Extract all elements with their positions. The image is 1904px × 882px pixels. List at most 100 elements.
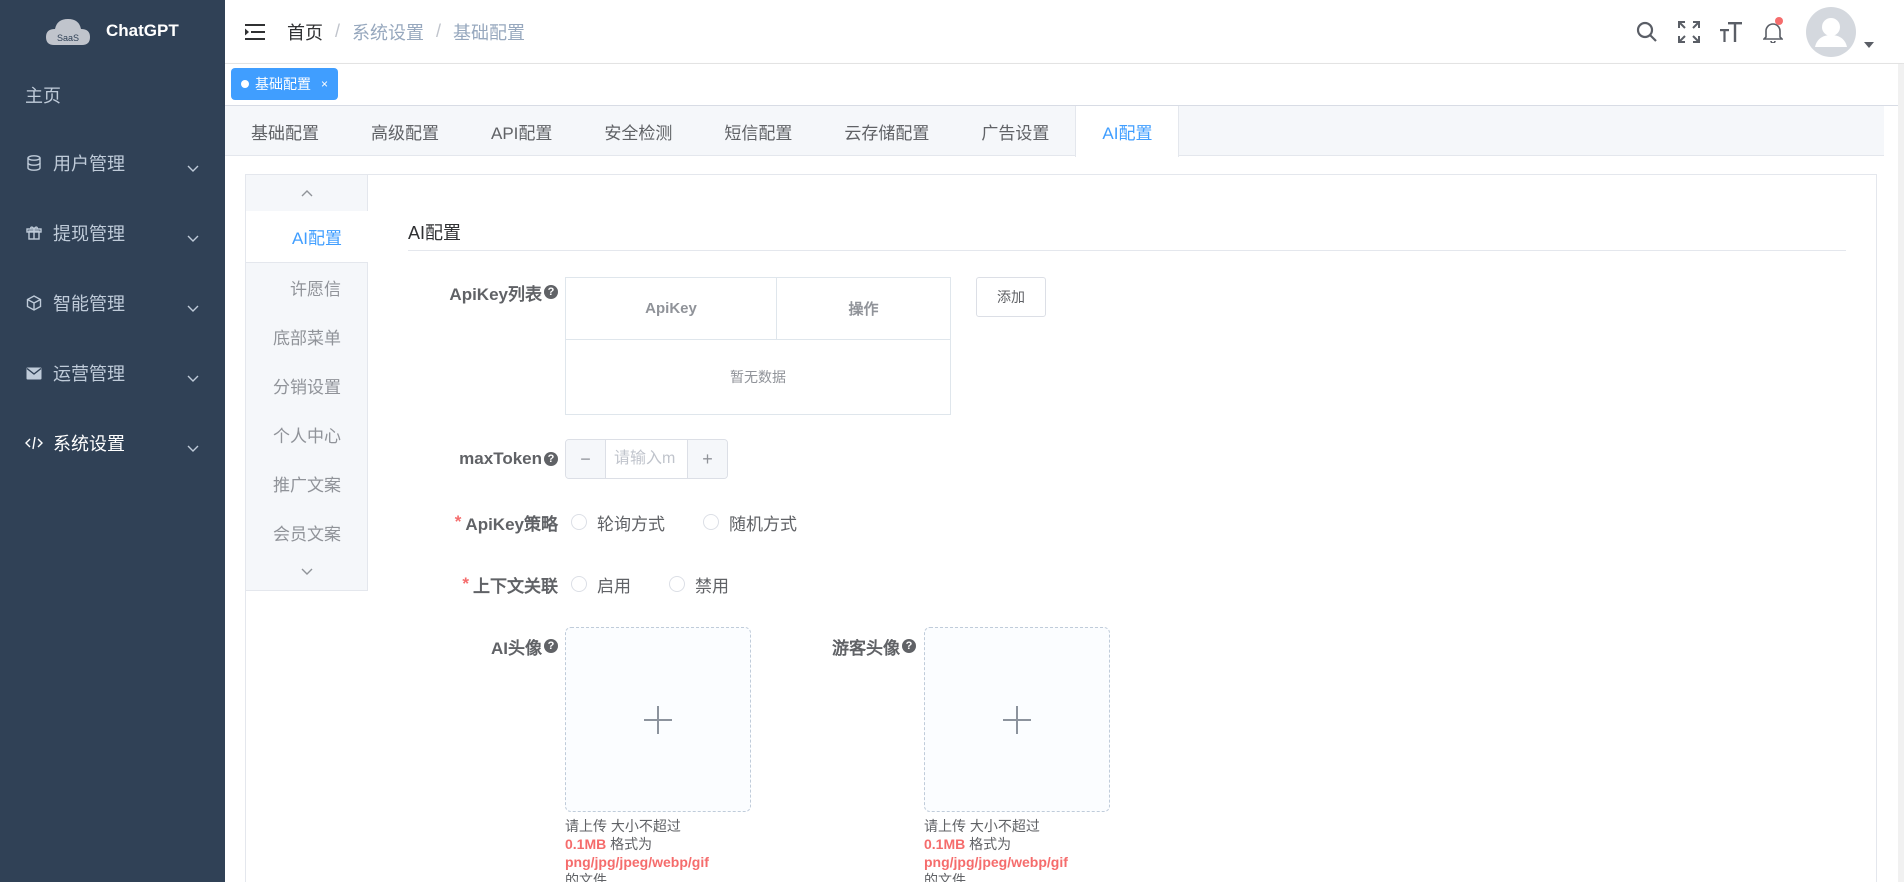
notification-dot bbox=[1775, 17, 1783, 25]
label-text: AI头像 bbox=[491, 638, 542, 658]
tip-text: 请上传 大小不超过 bbox=[565, 818, 681, 834]
guest-avatar-upload-tip: 请上传 大小不超过 0.1MB 格式为 png/jpg/jpeg/webp/gi… bbox=[924, 817, 1110, 882]
cloud-logo-icon: SaaS bbox=[44, 13, 92, 49]
chevron-down-icon bbox=[187, 437, 199, 458]
question-icon[interactable]: ? bbox=[544, 452, 558, 466]
side-tab-member-copy[interactable]: 会员文案 bbox=[246, 508, 367, 557]
label-text: ApiKey策略 bbox=[465, 514, 558, 534]
side-tab-wish-letter[interactable]: 许愿信 bbox=[246, 263, 367, 312]
radio-enable[interactable]: 启用 bbox=[571, 572, 631, 597]
tip-formats: png/jpg/jpeg/webp/gif bbox=[565, 854, 709, 870]
add-apikey-button[interactable]: 添加 bbox=[976, 277, 1046, 317]
tab-ad-settings[interactable]: 广告设置 bbox=[955, 106, 1075, 156]
breadcrumb-system-settings[interactable]: 系统设置 bbox=[352, 19, 424, 45]
tab-api-config[interactable]: API配置 bbox=[465, 106, 578, 156]
side-tab-personal-center[interactable]: 个人中心 bbox=[246, 410, 367, 459]
page-scrollbar[interactable] bbox=[1898, 64, 1904, 882]
hamburger-menu-icon[interactable] bbox=[225, 0, 287, 64]
radio-random[interactable]: 随机方式 bbox=[703, 510, 797, 535]
chevron-down-icon bbox=[187, 367, 199, 388]
breadcrumb-separator: / bbox=[436, 21, 442, 41]
tag-label: 基础配置 bbox=[255, 76, 311, 92]
question-icon[interactable]: ? bbox=[544, 639, 558, 653]
tip-formats: png/jpg/jpeg/webp/gif bbox=[924, 854, 1068, 870]
tip-size: 0.1MB bbox=[924, 836, 966, 852]
box-icon bbox=[25, 294, 43, 312]
chevron-down-icon bbox=[187, 227, 199, 248]
column-header-apikey: ApiKey bbox=[566, 278, 777, 339]
radio-circle[interactable] bbox=[703, 514, 719, 530]
ai-avatar-label: AI头像 ? bbox=[408, 631, 558, 661]
table-empty-text: 暂无数据 bbox=[730, 369, 786, 385]
label-text: maxToken bbox=[459, 449, 542, 468]
radio-circle[interactable] bbox=[571, 576, 587, 592]
radio-circle[interactable] bbox=[669, 576, 685, 592]
apikey-strategy-radio-group: 轮询方式 随机方式 bbox=[571, 507, 835, 537]
guest-avatar-uploader[interactable] bbox=[924, 627, 1110, 812]
chevron-down-icon bbox=[187, 297, 199, 318]
radio-circle[interactable] bbox=[571, 514, 587, 530]
sidebar-item-withdraw[interactable]: 提现管理 bbox=[0, 198, 225, 268]
max-token-input[interactable] bbox=[606, 440, 687, 478]
sidebar-item-users[interactable]: 用户管理 bbox=[0, 128, 225, 198]
tip-size: 0.1MB bbox=[565, 836, 607, 852]
tab-sms-config[interactable]: 短信配置 bbox=[698, 106, 818, 156]
sidebar-item-label: 主页 bbox=[25, 86, 61, 106]
tip-text: 的文件 bbox=[924, 872, 966, 882]
tab-security-check[interactable]: 安全检测 bbox=[578, 106, 698, 156]
breadcrumb-home[interactable]: 首页 bbox=[287, 19, 323, 45]
bell-icon[interactable] bbox=[1752, 0, 1794, 64]
close-icon[interactable]: × bbox=[321, 77, 328, 91]
required-asterisk: * bbox=[454, 512, 462, 531]
sidebar-item-label: 运营管理 bbox=[53, 364, 125, 384]
app-name: ChatGPT bbox=[106, 21, 179, 40]
decrement-button[interactable]: − bbox=[566, 440, 606, 478]
side-tab-distribution[interactable]: 分销设置 bbox=[246, 361, 367, 410]
section-title: AI配置 bbox=[408, 219, 1846, 251]
fullscreen-icon[interactable] bbox=[1668, 0, 1710, 64]
sidebar: SaaS ChatGPT 主页 用户管理 提现管理 智能管理 运营管理 系统设置 bbox=[0, 0, 225, 882]
question-icon[interactable]: ? bbox=[544, 285, 558, 299]
sidebar-item-ai[interactable]: 智能管理 bbox=[0, 268, 225, 338]
plus-icon bbox=[644, 705, 672, 734]
font-size-icon[interactable] bbox=[1710, 0, 1752, 64]
sidebar-item-home[interactable]: 主页 bbox=[0, 62, 225, 128]
tab-basic-config[interactable]: 基础配置 bbox=[225, 106, 345, 156]
scroll-down-icon[interactable] bbox=[246, 554, 367, 590]
tab-ai-config[interactable]: AI配置 bbox=[1075, 106, 1180, 157]
caret-down-icon[interactable] bbox=[1864, 35, 1874, 51]
code-icon bbox=[25, 434, 43, 452]
ai-avatar-uploader[interactable] bbox=[565, 627, 751, 812]
question-icon[interactable]: ? bbox=[902, 639, 916, 653]
svg-text:SaaS: SaaS bbox=[57, 33, 79, 43]
label-text: 游客头像 bbox=[832, 638, 900, 658]
context-radio-group: 启用 禁用 bbox=[571, 569, 767, 599]
side-tabs: AI配置 许愿信 底部菜单 分销设置 个人中心 推广文案 会员文案 bbox=[246, 175, 368, 591]
side-tab-bottom-menu[interactable]: 底部菜单 bbox=[246, 312, 367, 361]
sidebar-item-label: 智能管理 bbox=[53, 294, 125, 314]
increment-button[interactable]: + bbox=[687, 440, 727, 478]
tag-basic-config[interactable]: 基础配置 × bbox=[231, 68, 339, 100]
logo[interactable]: SaaS ChatGPT bbox=[0, 0, 225, 62]
tab-advanced-config[interactable]: 高级配置 bbox=[345, 106, 465, 156]
sidebar-item-system-settings[interactable]: 系统设置 bbox=[0, 408, 225, 478]
navbar-right bbox=[1626, 0, 1874, 64]
radio-disable[interactable]: 禁用 bbox=[669, 572, 729, 597]
avatar[interactable] bbox=[1806, 7, 1856, 57]
apikey-list-label: ApiKey列表 ? bbox=[408, 277, 558, 307]
search-icon[interactable] bbox=[1626, 0, 1668, 64]
radio-round-robin[interactable]: 轮询方式 bbox=[571, 510, 665, 535]
tab-cloud-storage-config[interactable]: 云存储配置 bbox=[818, 106, 955, 156]
scroll-up-icon[interactable] bbox=[246, 175, 367, 211]
sidebar-item-operations[interactable]: 运营管理 bbox=[0, 338, 225, 408]
sidebar-item-label: 系统设置 bbox=[53, 434, 125, 454]
radio-label: 随机方式 bbox=[729, 514, 797, 534]
plus-icon bbox=[1003, 705, 1031, 734]
guest-avatar-label: 游客头像 ? bbox=[766, 631, 916, 661]
sidebar-item-label: 提现管理 bbox=[53, 224, 125, 244]
side-tab-promo-copy[interactable]: 推广文案 bbox=[246, 459, 367, 508]
max-token-stepper: − + bbox=[565, 439, 728, 479]
side-tab-ai-config[interactable]: AI配置 bbox=[246, 211, 368, 263]
breadcrumb-separator: / bbox=[335, 21, 341, 41]
label-text: 上下文关联 bbox=[473, 576, 558, 596]
